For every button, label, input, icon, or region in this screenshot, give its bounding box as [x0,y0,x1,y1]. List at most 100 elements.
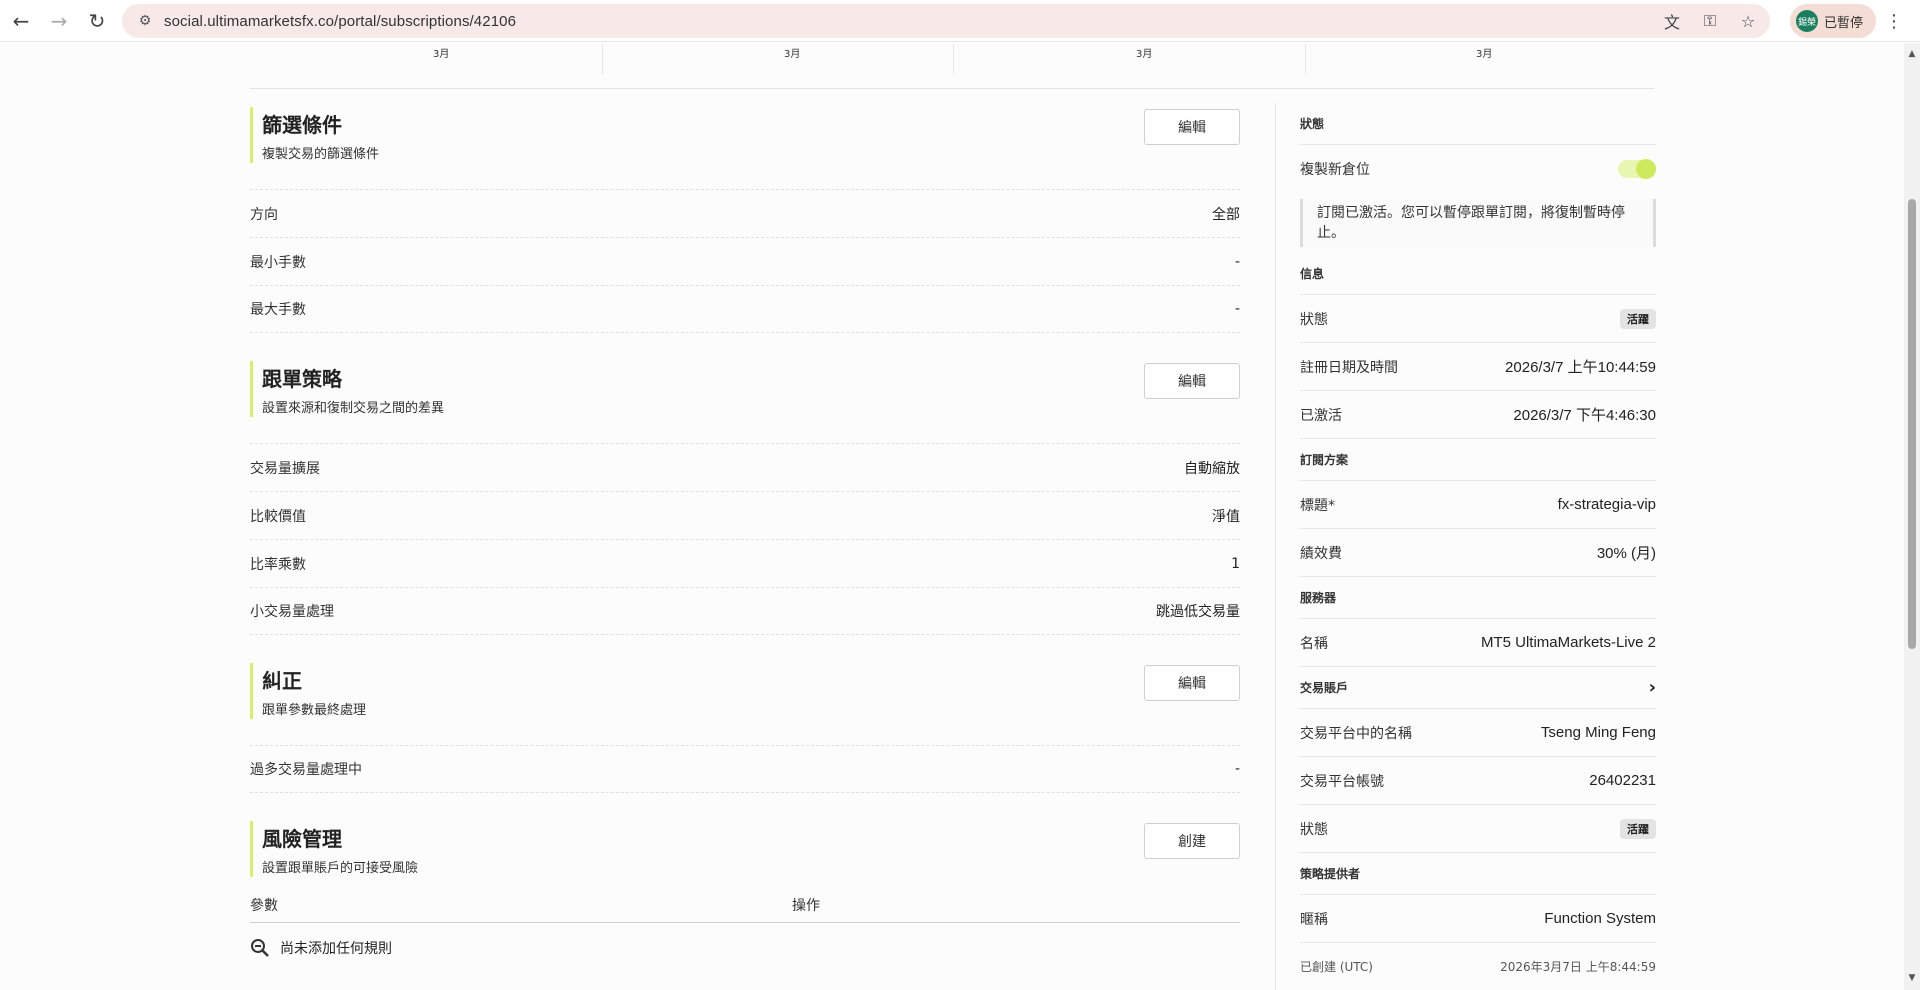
translate-icon[interactable]: 文 [1660,9,1684,33]
row-label: 狀態 [1300,311,1328,328]
row-value: Tseng Ming Feng [1540,724,1656,741]
month-strip: 3月 3月 3月 3月 [250,43,1654,89]
row-value: 自動縮放 [1184,460,1240,477]
section-subtitle: 複製交易的篩選條件 [262,147,380,162]
filters-edit-button[interactable]: 編輯 [1144,109,1240,145]
month-label: 3月 [1136,49,1153,60]
plan-heading: 訂閱方案 [1300,439,1656,481]
month-column: 3月 [784,43,1305,75]
info-row: 註冊日期及時間 2026/3/7 上午10:44:59 [1300,343,1656,391]
column-header-param: 參數 [250,898,278,914]
reload-icon[interactable]: ↻ [80,4,114,38]
kv-row: 最小手數 - [250,237,1240,285]
filters-section-header: 篩選條件 複製交易的篩選條件 編輯 [250,103,1240,169]
section-accent [250,663,253,719]
kv-row: 小交易量處理 跳過低交易量 [250,587,1240,635]
forward-arrow-icon[interactable]: → [42,4,76,38]
row-label: 名稱 [1300,635,1328,652]
row-label: 方向 [250,206,278,223]
zoom-out-icon [251,939,269,957]
correction-edit-button[interactable]: 編輯 [1144,665,1240,701]
section-title: 篩選條件 [262,113,342,137]
row-label: 註冊日期及時間 [1300,359,1398,376]
scroll-down-icon[interactable]: ▼ [1907,973,1917,983]
month-label: 3月 [784,49,801,60]
empty-rules-text: 尚未添加任何規則 [280,941,392,957]
row-label: 狀態 [1300,821,1328,838]
account-row: 交易平台中的名稱 Tseng Ming Feng [1300,709,1656,757]
row-label: 交易平台帳號 [1300,773,1384,790]
key-icon[interactable]: ⚿ [1698,9,1722,33]
row-value: 淨值 [1212,508,1240,525]
row-value: 跳過低交易量 [1156,604,1240,620]
row-label: 交易量擴展 [250,460,320,477]
row-label: 績效費 [1300,545,1342,562]
row-label: 已激活 [1300,407,1342,424]
info-row: 狀態 活躍 [1300,295,1656,343]
page-content: 3月 3月 3月 3月 篩選條件 複製交易的篩選條件 編輯 方向 全部 最小手數 -… [0,43,1904,990]
strategy-section-header: 跟單策略 設置來源和復制交易之間的差異 編輯 [250,357,1240,423]
row-label: 暱稱 [1300,911,1328,928]
info-row: 已激活 2026/3/7 下午4:46:30 [1300,391,1656,439]
row-value: Function System [1544,910,1656,927]
row-label: 最大手數 [250,302,306,318]
risk-create-button[interactable]: 創建 [1144,823,1240,859]
row-value: fx-strategia-vip [1557,496,1656,513]
account-row: 狀態 活躍 [1300,805,1656,853]
row-value: 全部 [1212,206,1240,223]
server-heading: 服務器 [1300,577,1656,619]
subscription-settings: 篩選條件 複製交易的篩選條件 編輯 方向 全部 最小手數 - 最大手數 - 跟單策略 … [250,103,1240,973]
scroll-thumb[interactable] [1908,199,1916,649]
row-value: 1 [1231,555,1240,572]
risk-table-header: 參數 操作 [250,883,1240,923]
risk-section-header: 風險管理 設置跟單賬戶的可接受風險 創建 [250,817,1240,883]
provider-row: 暱稱 Function System [1300,895,1656,943]
status-heading: 狀態 [1300,103,1656,145]
row-label: 交易平台中的名稱 [1300,725,1412,742]
site-settings-icon[interactable]: ⚙ [130,13,160,29]
chevron-right-icon[interactable]: › [1649,677,1656,698]
more-menu-icon[interactable]: ⋮ [1882,8,1906,34]
section-subtitle: 跟單參數最終處理 [262,703,367,718]
kv-row: 最大手數 - [250,285,1240,333]
url-text[interactable]: social.ultimamarketsfx.co/portal/subscri… [164,13,516,30]
strategy-edit-button[interactable]: 編輯 [1144,363,1240,399]
copy-new-label: 複製新倉位 [1300,162,1370,178]
section-accent [250,107,253,163]
kv-row: 交易量擴展 自動縮放 [250,443,1240,491]
address-bar[interactable]: ⚙ social.ultimamarketsfx.co/portal/subsc… [122,4,1770,38]
status-notice: 訂閱已激活。您可以暫停跟單訂閱，將復制暫時停止。 [1300,199,1656,247]
section-accent [250,361,253,417]
kv-row: 方向 全部 [250,189,1240,237]
section-accent [250,821,253,877]
back-arrow-icon[interactable]: ← [4,4,38,38]
row-value: MT5 UltimaMarkets-Live 2 [1480,634,1656,651]
info-heading: 信息 [1300,253,1656,295]
month-column: 3月 [433,43,954,75]
section-subtitle: 設置來源和復制交易之間的差異 [262,401,445,416]
plan-row: 績效費 30% (月) [1300,529,1656,577]
month-label: 3月 [433,49,450,60]
toggle-knob [1636,159,1656,179]
scroll-up-icon[interactable]: ▲ [1907,49,1917,59]
empty-rules-row: 尚未添加任何規則 [250,923,1240,973]
section-subtitle: 設置跟單賬戶的可接受風險 [262,861,419,876]
row-value: - [1234,301,1240,317]
account-heading: 交易賬戶 [1300,681,1349,695]
account-heading-row[interactable]: 交易賬戶 › [1300,667,1656,709]
row-value: - [1234,253,1240,270]
star-icon[interactable]: ☆ [1736,9,1760,33]
row-value: 2026年3月7日 上午8:44:59 [1500,960,1656,974]
row-label: 比較價值 [250,508,306,525]
copy-new-toggle[interactable] [1618,159,1656,179]
row-label: 小交易量處理 [250,604,334,620]
row-label: 已創建 (UTC) [1300,960,1373,974]
row-value: 26402231 [1589,772,1656,789]
correction-section-header: 糾正 跟單參數最終處理 編輯 [250,659,1240,725]
kv-row: 比較價值 淨值 [250,491,1240,539]
section-title: 糾正 [262,669,302,693]
page-scrollbar[interactable]: ▲ ▼ [1904,43,1920,990]
account-row: 交易平台帳號 26402231 [1300,757,1656,805]
profile-button[interactable]: 錫榮 已暫停 [1790,4,1876,38]
section-title: 跟單策略 [262,367,342,391]
